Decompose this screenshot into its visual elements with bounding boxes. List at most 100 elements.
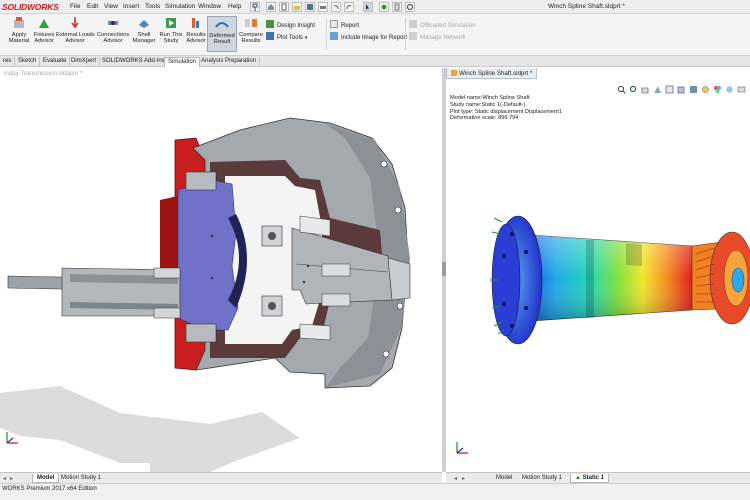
apply-material-button[interactable]: Apply Material [6, 16, 32, 45]
undo-icon[interactable] [331, 2, 341, 12]
compare-results-button[interactable]: Compare Results [238, 16, 264, 45]
run-study-label: Run This Study [159, 32, 183, 45]
keyway-plot [626, 243, 642, 266]
offloaded-simulation-button[interactable]: Offloaded Simulation [409, 20, 476, 29]
deformed-result-button[interactable]: Deformed Result [207, 16, 237, 52]
document-title: Winch Spline Shaft.sldprt * [548, 3, 625, 10]
next-tab-icon[interactable]: ▸ [10, 475, 13, 482]
chevron-down-icon: ▾ [304, 35, 308, 41]
open-icon[interactable] [292, 2, 302, 12]
external-loads-icon [68, 16, 82, 30]
menu-view[interactable]: View [104, 3, 118, 10]
tab-addins[interactable]: SOLIDWORKS Add-Ins [99, 57, 169, 67]
options-gear-icon[interactable] [405, 2, 415, 12]
tab-model-right[interactable]: Model [492, 474, 516, 482]
results-advisor-label: Results Advisor [186, 32, 206, 45]
assembly-viewport[interactable]: inday Transmission.sldasm * [0, 68, 442, 472]
connections-advisor-label: Connections Advisor [96, 32, 130, 45]
tab-sketch[interactable]: Sketch [15, 57, 41, 67]
menu-window[interactable]: Window [198, 3, 221, 10]
rebuild-icon[interactable] [379, 2, 389, 12]
tab-evaluate[interactable]: Evaluate [40, 57, 71, 67]
tab-analysis-preparation[interactable]: Analysis Preparation [198, 57, 261, 67]
output-shaft-end [387, 257, 411, 301]
include-image-icon [330, 32, 338, 40]
home-icon[interactable] [266, 2, 276, 12]
pin-icon[interactable] [250, 2, 260, 12]
redo-icon[interactable] [344, 2, 354, 12]
bearing-ball-upper [268, 232, 276, 240]
shell-manager-button[interactable]: Shell Manager [131, 16, 157, 45]
shaft-collar-top [153, 267, 181, 279]
connections-advisor-button[interactable]: Connections Advisor [95, 16, 131, 45]
connections-advisor-icon [106, 16, 120, 30]
next-tab-icon[interactable]: ▸ [462, 475, 465, 482]
menu-edit[interactable]: Edit [87, 3, 98, 10]
apply-material-label: Apply Material [8, 32, 30, 45]
menu-simulation[interactable]: Simulation [165, 3, 195, 10]
displacement-plot-graphic [490, 215, 750, 345]
command-tabs: res Sketch Evaluate DimXpert SOLIDWORKS … [0, 56, 750, 67]
menu-tools[interactable]: Tools [145, 3, 160, 10]
report-icon [330, 20, 338, 28]
apply-material-icon [12, 16, 26, 30]
previous-tab-icon[interactable]: ◂ [3, 475, 6, 482]
run-study-icon [164, 16, 178, 30]
compare-results-label: Compare Results [239, 32, 263, 45]
title-bar: SOLIDWORKS File Edit View Insert Tools S… [0, 0, 750, 14]
menu-insert[interactable]: Insert [123, 3, 139, 10]
shell-manager-icon [137, 16, 151, 30]
menu-help[interactable]: Help [228, 3, 241, 10]
offloaded-simulation-label: Offloaded Simulation [420, 23, 476, 29]
file-properties-icon[interactable] [392, 2, 402, 12]
tab-simulation[interactable]: Simulation [164, 57, 201, 67]
tab-model-left[interactable]: Model [32, 474, 60, 483]
tab-motion-study-left[interactable]: Motion Study 1 [57, 474, 105, 482]
print-icon[interactable] [318, 2, 328, 12]
offloaded-simulation-icon [409, 20, 417, 28]
results-advisor-button[interactable]: Results Advisor [184, 16, 208, 45]
ribbon-separator [405, 18, 406, 50]
compare-results-icon [244, 16, 258, 30]
right-bottom-tabs: ◂ ▸ Model Motion Study 1 ▲ Static 1 [446, 472, 750, 483]
report-label: Report [341, 23, 360, 29]
tab-dimxpert[interactable]: DimXpert [68, 57, 101, 67]
ribbon-separator [326, 18, 327, 50]
seal-block-top [185, 171, 217, 191]
shell-manager-label: Shell Manager [132, 32, 156, 45]
tab-motion-study-right[interactable]: Motion Study 1 [518, 474, 566, 482]
design-insight-button[interactable]: Design Insight [266, 20, 315, 29]
fixtures-advisor-icon [37, 16, 51, 30]
new-document-icon[interactable] [279, 2, 289, 12]
bearing-cage-upper [321, 263, 351, 277]
design-insight-label: Design Insight [277, 23, 316, 29]
tab-static-1[interactable]: ▲ Static 1 [570, 474, 609, 483]
simulation-viewport[interactable]: Winch Spline Shaft.sldprt * Model name:W… [446, 68, 750, 472]
save-icon[interactable] [305, 2, 315, 12]
plot-tools-button[interactable]: Plot Tools ▾ [266, 32, 307, 41]
plot-tools-label: Plot Tools [277, 35, 303, 41]
status-text: WORKS Premium 2017 x64 Edition [2, 486, 97, 492]
tab-static-1-label: Static 1 [582, 475, 604, 481]
manage-network-label: Manage Network [420, 35, 466, 41]
run-study-button[interactable]: Run This Study [158, 16, 184, 45]
deformed-result-icon [215, 17, 229, 31]
solidworks-logo: SOLIDWORKS [2, 2, 59, 12]
manage-network-button[interactable]: Manage Network [409, 32, 465, 41]
shaft-shading [516, 234, 692, 322]
fixtures-advisor-button[interactable]: Fixtures Advisor [31, 16, 57, 45]
include-image-button[interactable]: Include Image for Report [330, 32, 407, 41]
select-icon[interactable] [363, 2, 373, 12]
blue-rotor-section [177, 179, 239, 331]
external-loads-button[interactable]: External Loads Advisor [56, 16, 95, 45]
seal-block-bottom [185, 323, 217, 343]
model-shadow [0, 386, 300, 463]
include-image-label: Include Image for Report [341, 35, 408, 41]
assembly-section-graphic [0, 117, 411, 472]
menu-file[interactable]: File [70, 3, 80, 10]
command-manager: Apply Material Fixtures Advisor External… [0, 14, 750, 56]
report-button[interactable]: Report [330, 20, 359, 29]
previous-tab-icon[interactable]: ◂ [454, 475, 457, 482]
view-triad-icon [6, 432, 18, 444]
tab-features[interactable]: res [0, 57, 16, 67]
